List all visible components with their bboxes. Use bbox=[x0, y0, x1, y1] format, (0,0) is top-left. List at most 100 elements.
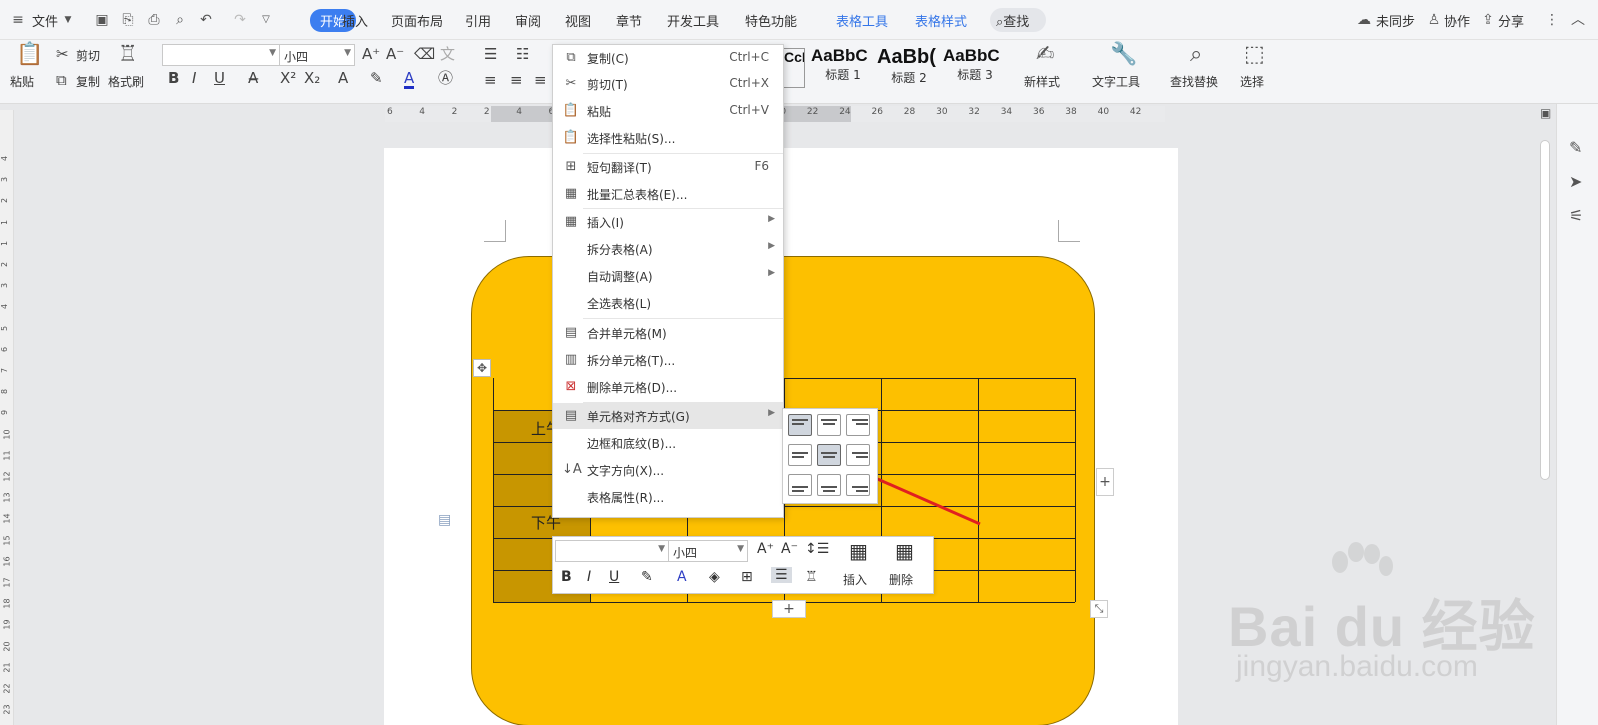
sync-status[interactable]: 未同步 bbox=[1376, 11, 1415, 30]
align-icon[interactable]: ☰ bbox=[771, 567, 792, 583]
hamburger-icon[interactable]: ≡ bbox=[10, 12, 26, 28]
numbering-icon[interactable]: ☷ bbox=[516, 46, 529, 62]
shrink-font-icon[interactable]: A⁻ bbox=[386, 46, 404, 62]
redo-icon[interactable]: ↷ bbox=[232, 12, 248, 28]
underline-icon[interactable]: U bbox=[609, 569, 619, 585]
paste-button[interactable]: 粘贴 bbox=[10, 73, 34, 90]
style-heading-3[interactable]: AaBbC 标题 3 bbox=[943, 46, 1007, 83]
bullets-icon[interactable]: ☰ bbox=[484, 46, 497, 62]
menu-select-table[interactable]: 全选表格(L) bbox=[553, 290, 783, 316]
style-heading-1[interactable]: AaBbC 标题 1 bbox=[811, 46, 875, 83]
find-replace-icon[interactable]: ⌕ bbox=[1190, 42, 1202, 67]
font-name-combo[interactable]: ▼ bbox=[162, 44, 280, 66]
menu-auto-fit[interactable]: 自动调整(A) ▶ bbox=[553, 263, 783, 289]
vertical-scrollbar[interactable] bbox=[1540, 140, 1550, 480]
shrink-font-icon[interactable]: A⁻ bbox=[781, 541, 798, 557]
select-icon[interactable]: ⬚ bbox=[1244, 42, 1265, 67]
menu-insert[interactable]: ▦ 插入(I) ▶ bbox=[553, 209, 783, 235]
collapse-ribbon-icon[interactable]: ︿ bbox=[1570, 12, 1586, 28]
view-toggle-icon[interactable]: ▣ bbox=[1540, 106, 1551, 120]
menu-translate[interactable]: ⊞ 短句翻译(T) F6 bbox=[553, 154, 783, 180]
align-bottom-left-button[interactable] bbox=[788, 474, 812, 496]
menu-merge-cells[interactable]: ▤ 合并单元格(M) bbox=[553, 320, 783, 346]
underline-icon[interactable]: U bbox=[214, 70, 225, 86]
align-top-left-button[interactable] bbox=[788, 414, 812, 436]
tab-page-layout[interactable]: 页面布局 bbox=[391, 11, 443, 30]
font-color-icon[interactable]: A bbox=[677, 569, 687, 585]
customize-icon[interactable]: ▽ bbox=[258, 12, 274, 28]
tab-references[interactable]: 引用 bbox=[465, 11, 491, 30]
pen-icon[interactable]: ✎ bbox=[1569, 138, 1582, 157]
table-delete-icon[interactable]: ▦ bbox=[895, 539, 914, 563]
font-color-icon[interactable]: A bbox=[404, 70, 415, 89]
cut-button[interactable]: 剪切 bbox=[76, 47, 100, 64]
select-button[interactable]: 选择 bbox=[1240, 73, 1264, 90]
more-icon[interactable]: ⋮ bbox=[1544, 12, 1560, 28]
vertical-ruler[interactable]: 4 3 2 1 1 2 3 4 5 6 7 8 9 10 11 12 13 14 15 16 17 18 19 20 21 22 2… bbox=[0, 110, 14, 725]
menu-paste-special[interactable]: 📋 选择性粘贴(S)... bbox=[553, 125, 783, 151]
bold-icon[interactable]: B bbox=[168, 70, 179, 86]
align-top-center-button[interactable] bbox=[817, 414, 841, 436]
tab-review[interactable]: 审阅 bbox=[515, 11, 541, 30]
char-border-icon[interactable]: Ⓐ bbox=[438, 70, 453, 86]
italic-icon[interactable]: I bbox=[192, 70, 196, 86]
settings-sliders-icon[interactable]: ⚟ bbox=[1569, 206, 1583, 225]
menu-batch-summary[interactable]: ▦ 批量汇总表格(E)... bbox=[553, 181, 783, 207]
add-column-button[interactable]: + bbox=[1096, 468, 1114, 496]
menu-borders-shading[interactable]: 边框和底纹(B)... bbox=[553, 430, 783, 456]
collab-button[interactable]: 协作 bbox=[1444, 11, 1470, 30]
align-middle-right-button[interactable] bbox=[846, 444, 870, 466]
file-menu[interactable]: 文件 bbox=[32, 11, 58, 30]
tab-special[interactable]: 特色功能 bbox=[745, 11, 797, 30]
paste-icon[interactable]: 📋 bbox=[16, 42, 43, 67]
menu-text-direction[interactable]: ↓A 文字方向(X)... bbox=[553, 457, 783, 483]
align-middle-center-button[interactable] bbox=[817, 444, 841, 466]
align-center-icon[interactable]: ≡ bbox=[510, 72, 523, 88]
superscript-icon[interactable]: X² bbox=[280, 70, 296, 86]
mini-delete-button[interactable]: 删除 bbox=[889, 571, 913, 588]
italic-icon[interactable]: I bbox=[587, 569, 591, 585]
bold-icon[interactable]: B bbox=[561, 569, 572, 585]
align-left-icon[interactable]: ≡ bbox=[484, 72, 497, 88]
undo-icon[interactable]: ↶ bbox=[198, 12, 214, 28]
phonetic-icon[interactable]: 文 bbox=[440, 46, 455, 62]
style-heading-2[interactable]: AaBb( 标题 2 bbox=[877, 46, 941, 86]
table-insert-icon[interactable]: ▦ bbox=[849, 539, 868, 563]
clear-format-icon[interactable]: ⌫ bbox=[414, 46, 435, 62]
format-painter-button[interactable]: 格式刷 bbox=[108, 73, 144, 90]
wrench-icon[interactable]: 🔧 bbox=[1110, 42, 1137, 67]
align-bottom-center-button[interactable] bbox=[817, 474, 841, 496]
save-icon[interactable]: ▣ bbox=[94, 12, 110, 28]
subscript-icon[interactable]: X₂ bbox=[304, 70, 320, 86]
export-icon[interactable]: ⎘ bbox=[120, 12, 136, 28]
tab-view[interactable]: 视图 bbox=[565, 11, 591, 30]
format-painter-icon[interactable]: ♖ bbox=[805, 569, 818, 585]
mini-font-name-combo[interactable]: ▼ bbox=[555, 540, 669, 562]
add-row-button[interactable]: + bbox=[772, 600, 806, 618]
menu-paste[interactable]: 📋 粘贴 Ctrl+V bbox=[553, 98, 783, 124]
align-top-right-button[interactable] bbox=[846, 414, 870, 436]
style-normal[interactable]: CcD bbox=[783, 48, 805, 88]
align-bottom-right-button[interactable] bbox=[846, 474, 870, 496]
highlight-icon[interactable]: ✎ bbox=[370, 70, 383, 86]
menu-table-properties[interactable]: 表格属性(R)... bbox=[553, 484, 783, 510]
fill-color-icon[interactable]: ◈ bbox=[709, 569, 720, 585]
format-painter-icon[interactable]: ♖ bbox=[118, 42, 138, 67]
menu-cell-alignment[interactable]: ▤ 单元格对齐方式(G) ▶ bbox=[553, 403, 783, 429]
new-style-icon[interactable]: ✍ bbox=[1036, 42, 1054, 67]
copy-button[interactable]: 复制 bbox=[76, 73, 100, 90]
menu-copy[interactable]: ⧉ 复制(C) Ctrl+C bbox=[553, 45, 783, 71]
print-preview-icon[interactable]: ⌕ bbox=[172, 12, 188, 28]
cursor-icon[interactable]: ➤ bbox=[1569, 172, 1582, 191]
share-button[interactable]: 分享 bbox=[1498, 11, 1524, 30]
find-replace-button[interactable]: 查找替换 bbox=[1170, 73, 1218, 90]
grow-font-icon[interactable]: A⁺ bbox=[362, 46, 380, 62]
resize-table-icon[interactable]: ⤡ bbox=[1090, 600, 1108, 618]
menu-split-cells[interactable]: ▥ 拆分单元格(T)... bbox=[553, 347, 783, 373]
print-icon[interactable]: ⎙ bbox=[146, 12, 162, 28]
tab-developer[interactable]: 开发工具 bbox=[667, 11, 719, 30]
paragraph-handle-icon[interactable]: ▤ bbox=[438, 512, 451, 528]
highlight-icon[interactable]: ✎ bbox=[641, 569, 653, 585]
tab-table-style[interactable]: 表格样式 bbox=[915, 11, 967, 30]
tab-chapter[interactable]: 章节 bbox=[616, 11, 642, 30]
